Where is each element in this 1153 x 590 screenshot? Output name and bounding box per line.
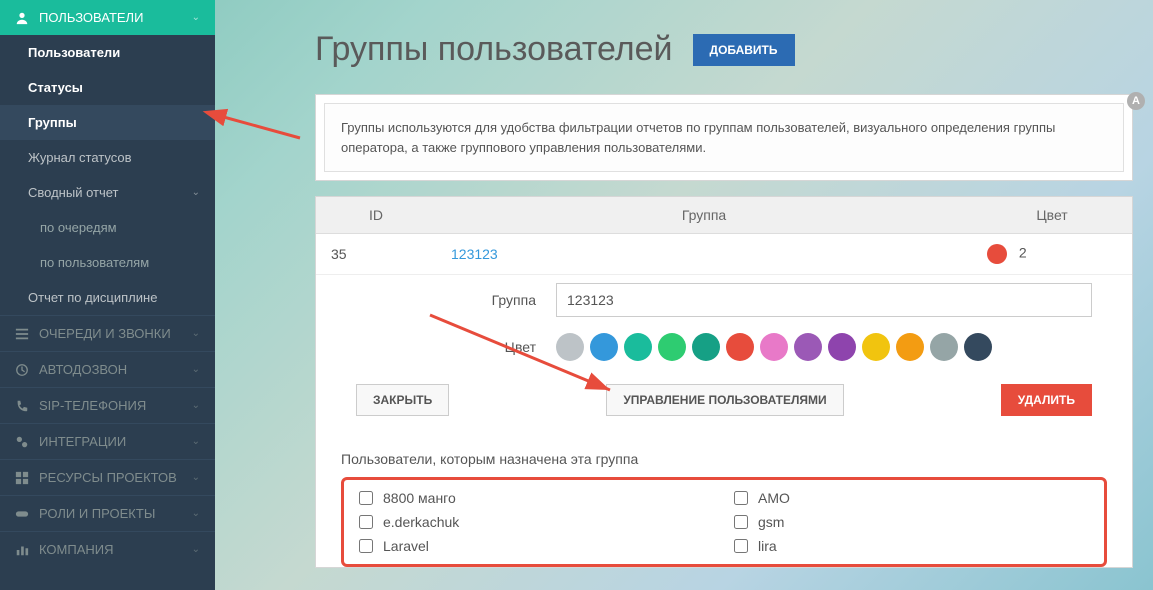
users-section: Пользователи, которым назначена эта груп…	[316, 441, 1132, 567]
table-row[interactable]: 35 123123 2	[316, 234, 1132, 275]
sidebar: ПОЛЬЗОВАТЕЛИ ⌄ Пользователи Статусы Груп…	[0, 0, 215, 590]
sidebar-item-statuses[interactable]: Статусы	[0, 70, 215, 105]
col-group: Группа	[436, 197, 972, 234]
sidebar-item-by-queues[interactable]: по очередям	[0, 210, 215, 245]
col-id: ID	[316, 197, 436, 234]
color-options	[556, 333, 992, 361]
color-dot[interactable]	[760, 333, 788, 361]
form-row-color: Цвет	[316, 325, 1132, 369]
user-name: Laravel	[383, 538, 429, 554]
chevron-down-icon: ⌄	[192, 508, 200, 519]
sidebar-item-by-users[interactable]: по пользователям	[0, 245, 215, 280]
sidebar-section-resources[interactable]: РЕСУРСЫ ПРОЕКТОВ ⌄	[0, 459, 215, 495]
col-color: Цвет	[972, 197, 1132, 234]
chart-icon	[15, 543, 29, 557]
chevron-down-icon: ⌄	[192, 12, 200, 23]
color-dot[interactable]	[794, 333, 822, 361]
user-checkbox[interactable]	[734, 515, 748, 529]
user-row[interactable]: 8800 манго	[359, 490, 714, 506]
user-checkbox[interactable]	[359, 515, 373, 529]
sidebar-item-summary-report[interactable]: Сводный отчет⌄	[0, 175, 215, 210]
sidebar-section-integrations[interactable]: ИНТЕГРАЦИИ ⌄	[0, 423, 215, 459]
color-dot[interactable]	[896, 333, 924, 361]
user-row[interactable]: AMO	[734, 490, 1089, 506]
user-name: 8800 манго	[383, 490, 456, 506]
user-row[interactable]: lira	[734, 538, 1089, 554]
users-title: Пользователи, которым назначена эта груп…	[341, 451, 1107, 467]
color-dot[interactable]	[556, 333, 584, 361]
sidebar-section-company[interactable]: КОМПАНИЯ ⌄	[0, 531, 215, 567]
color-label: Цвет	[356, 339, 556, 355]
sidebar-item-status-log[interactable]: Журнал статусов	[0, 140, 215, 175]
clock-icon	[15, 363, 29, 377]
color-dot[interactable]	[692, 333, 720, 361]
sidebar-item-groups[interactable]: Группы	[0, 105, 215, 140]
sidebar-section-autodial[interactable]: АВТОДОЗВОН ⌄	[0, 351, 215, 387]
grid-icon	[15, 471, 29, 485]
add-button[interactable]: ДОБАВИТЬ	[693, 34, 795, 66]
color-dot[interactable]	[658, 333, 686, 361]
user-name: lira	[758, 538, 777, 554]
page-header: Группы пользователей ДОБАВИТЬ	[315, 30, 1133, 69]
color-dot[interactable]	[862, 333, 890, 361]
manage-users-button[interactable]: УПРАВЛЕНИЕ ПОЛЬЗОВАТЕЛЯМИ	[606, 384, 843, 416]
sidebar-item-discipline-report[interactable]: Отчет по дисциплине	[0, 280, 215, 315]
chevron-down-icon: ⌄	[192, 472, 200, 483]
form-row-group: Группа	[316, 275, 1132, 325]
sidebar-item-users[interactable]: Пользователи	[0, 35, 215, 70]
user-checkbox[interactable]	[359, 491, 373, 505]
user-row[interactable]: e.derkachuk	[359, 514, 714, 530]
groups-table: ID Группа Цвет 35 123123 2	[316, 197, 1132, 275]
user-name: gsm	[758, 514, 784, 530]
color-count: 2	[1019, 245, 1027, 261]
group-label: Группа	[356, 292, 556, 308]
help-badge[interactable]: A	[1127, 92, 1145, 110]
color-dot[interactable]	[930, 333, 958, 361]
color-dot[interactable]	[590, 333, 618, 361]
color-dot[interactable]	[828, 333, 856, 361]
sidebar-section-roles[interactable]: РОЛИ И ПРОЕКТЫ ⌄	[0, 495, 215, 531]
user-name: AMO	[758, 490, 790, 506]
info-text: Группы используются для удобства фильтра…	[324, 103, 1124, 172]
main-content: Группы пользователей ДОБАВИТЬ Группы исп…	[215, 0, 1153, 568]
user-checkbox[interactable]	[734, 491, 748, 505]
delete-button[interactable]: УДАЛИТЬ	[1001, 384, 1092, 416]
color-dot[interactable]	[964, 333, 992, 361]
sidebar-section-sip[interactable]: SIP-ТЕЛЕФОНИЯ ⌄	[0, 387, 215, 423]
color-dot[interactable]	[624, 333, 652, 361]
user-row[interactable]: gsm	[734, 514, 1089, 530]
close-button[interactable]: ЗАКРЫТЬ	[356, 384, 449, 416]
group-input[interactable]	[556, 283, 1092, 317]
sidebar-section-queues-calls[interactable]: ОЧЕРЕДИ И ЗВОНКИ ⌄	[0, 315, 215, 351]
info-panel: Группы используются для удобства фильтра…	[315, 94, 1133, 181]
color-swatch	[987, 244, 1007, 264]
user-row[interactable]: Laravel	[359, 538, 714, 554]
chevron-down-icon: ⌄	[192, 364, 200, 375]
chevron-down-icon: ⌄	[192, 544, 200, 555]
cell-group[interactable]: 123123	[436, 234, 972, 275]
users-box: 8800 манго AMO e.derkachuk gsm Laravel lira	[341, 477, 1107, 567]
gears-icon	[15, 435, 29, 449]
cell-id: 35	[316, 234, 436, 275]
sidebar-section-users[interactable]: ПОЛЬЗОВАТЕЛИ ⌄	[0, 0, 215, 35]
chevron-down-icon: ⌄	[192, 187, 200, 198]
cell-color: 2	[972, 234, 1132, 275]
user-checkbox[interactable]	[734, 539, 748, 553]
chevron-down-icon: ⌄	[192, 328, 200, 339]
sidebar-section-label: ПОЛЬЗОВАТЕЛИ	[39, 10, 143, 25]
user-icon	[15, 11, 29, 25]
color-dot[interactable]	[726, 333, 754, 361]
user-name: e.derkachuk	[383, 514, 459, 530]
chevron-down-icon: ⌄	[192, 400, 200, 411]
list-icon	[15, 327, 29, 341]
chevron-down-icon: ⌄	[192, 436, 200, 447]
page-title: Группы пользователей	[315, 30, 673, 69]
action-row: ЗАКРЫТЬ УПРАВЛЕНИЕ ПОЛЬЗОВАТЕЛЯМИ УДАЛИТ…	[316, 369, 1132, 441]
user-checkbox[interactable]	[359, 539, 373, 553]
group-panel: ID Группа Цвет 35 123123 2 Группа	[315, 196, 1133, 568]
phone-icon	[15, 399, 29, 413]
toggle-icon	[15, 507, 29, 521]
